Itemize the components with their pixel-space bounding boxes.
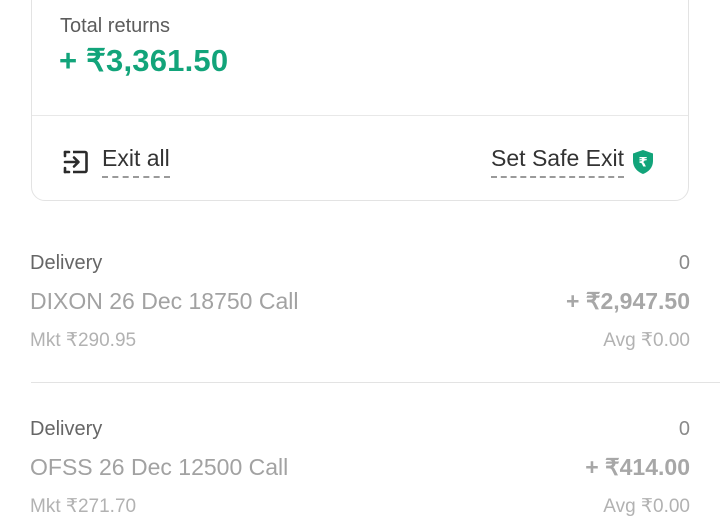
position-quantity: 0 (678, 252, 690, 274)
position-market-price: Mkt ₹271.70 (30, 496, 137, 517)
position-average-price: Avg ₹0.00 (603, 496, 690, 517)
position-row[interactable]: Delivery 0 DIXON 26 Dec 18750 Call + ₹2,… (30, 252, 690, 362)
exit-all-label: Exit all (102, 145, 170, 178)
shield-rupee-glyph: ₹ (638, 155, 647, 170)
rupee-shield-icon: ₹ (633, 149, 653, 174)
exit-all-button[interactable]: Exit all (62, 145, 170, 178)
total-returns-value: + ₹3,361.50 (59, 43, 229, 78)
position-quantity: 0 (678, 418, 690, 440)
row-divider (31, 382, 720, 383)
position-row[interactable]: Delivery 0 OFSS 26 Dec 12500 Call + ₹414… (30, 418, 690, 528)
set-safe-exit-label: Set Safe Exit (491, 145, 624, 178)
set-safe-exit-button[interactable]: Set Safe Exit ₹ (491, 145, 654, 178)
position-pnl: + ₹414.00 (585, 454, 690, 480)
total-returns-label: Total returns (60, 15, 171, 37)
returns-card: Total returns + ₹3,361.50 Exit all Set S… (31, 0, 689, 201)
position-product-type: Delivery (30, 418, 103, 440)
position-pnl: + ₹2,947.50 (566, 288, 690, 314)
position-product-type: Delivery (30, 252, 103, 274)
position-instrument-name: OFSS 26 Dec 12500 Call (30, 454, 289, 480)
position-market-price: Mkt ₹290.95 (30, 330, 137, 351)
card-divider (32, 115, 688, 116)
exit-icon (63, 150, 88, 173)
position-instrument-name: DIXON 26 Dec 18750 Call (30, 288, 299, 314)
position-average-price: Avg ₹0.00 (603, 330, 690, 351)
